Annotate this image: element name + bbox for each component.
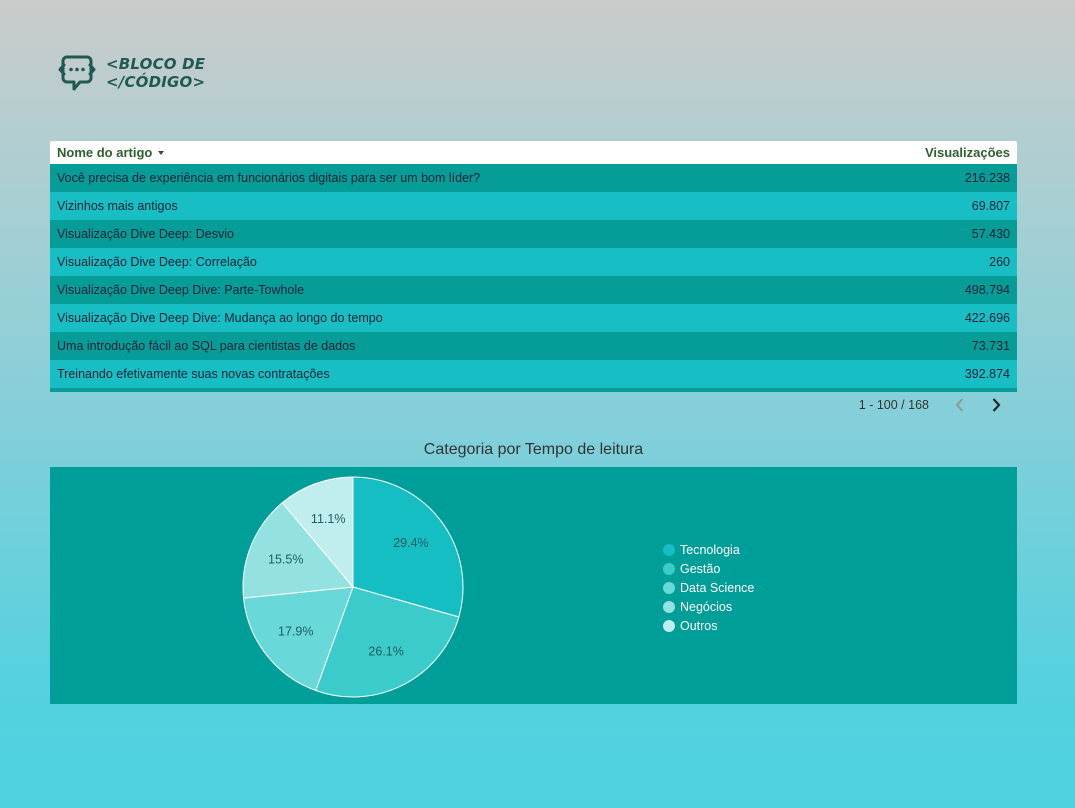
pie-slice-label: 17.9% xyxy=(278,625,313,639)
table-row[interactable]: Visualização Dive Deep: Correlação 260 xyxy=(50,248,1017,276)
column-header-views[interactable]: Visualizações xyxy=(925,145,1010,160)
next-page-button[interactable] xyxy=(983,393,1009,417)
legend-label: Gestão xyxy=(680,561,721,576)
cell-article: Visualização Dive Deep: Correlação xyxy=(57,255,257,269)
pie-chart: 29.4% 26.1% 17.9% 15.5% 11.1% xyxy=(242,476,464,698)
cell-article: Visualização Dive Deep Dive: Mudança ao … xyxy=(57,311,383,325)
table-row[interactable]: Você precisa de experiência em funcionár… xyxy=(50,164,1017,192)
cell-views: 57.430 xyxy=(971,227,1010,241)
column-header-article-label: Nome do artigo xyxy=(57,145,153,160)
cell-article: Visualização Dive Deep Dive: Parte-Towho… xyxy=(57,283,305,297)
logo-line-2: </CÓDIGO> xyxy=(106,73,206,91)
legend-dot-icon xyxy=(663,600,675,613)
legend-dot-icon xyxy=(663,562,675,575)
logo: <BLOCO DE </CÓDIGO> xyxy=(58,53,205,93)
sort-caret-icon[interactable] xyxy=(158,151,165,155)
chevron-right-icon xyxy=(992,398,1001,412)
table-body: Você precisa de experiência em funcionár… xyxy=(50,164,1017,392)
cell-views: 260 xyxy=(989,255,1010,269)
legend-item-data-science[interactable]: Data Science xyxy=(663,578,754,597)
articles-table: Nome do artigo Visualizações Você precis… xyxy=(50,141,1017,392)
chart-title: Categoria por Tempo de leitura xyxy=(423,441,644,458)
cell-views: 69.807 xyxy=(971,199,1010,213)
cell-views: 216.238 xyxy=(964,171,1010,185)
cell-views: 422.696 xyxy=(964,311,1010,325)
chevron-left-icon xyxy=(955,398,964,412)
column-header-article[interactable]: Nome do artigo xyxy=(57,145,165,160)
cell-views: 498.794 xyxy=(964,283,1010,297)
legend-item-negocios[interactable]: Negócios xyxy=(663,597,754,616)
logo-text: <BLOCO DE </CÓDIGO> xyxy=(106,55,205,91)
pie-slice-label: 15.5% xyxy=(268,553,303,567)
cell-article: Visualização Dive Deep: Desvio xyxy=(57,227,234,241)
legend-label: Tecnologia xyxy=(680,542,740,557)
prev-page-button[interactable] xyxy=(947,393,973,417)
table-row[interactable]: Visualização Dive Deep Dive: Mudança ao … xyxy=(50,304,1017,332)
table-row[interactable]: Uma introdução fácil ao SQL para cientis… xyxy=(50,332,1017,360)
table-row[interactable]: Visualização Dive Deep: Desvio 57.430 xyxy=(50,220,1017,248)
legend-label: Negócios xyxy=(680,599,733,614)
legend-dot-icon xyxy=(663,619,675,632)
table-row[interactable]: Treinando efetivamente suas novas contra… xyxy=(50,360,1017,388)
pie-chart-panel: 29.4% 26.1% 17.9% 15.5% 11.1% Tecnologia Ges… xyxy=(50,467,1017,704)
legend-dot-icon xyxy=(663,543,675,556)
chart-legend: Tecnologia Gestão Data Science Negócios … xyxy=(663,540,754,635)
logo-line-1: <BLOCO DE xyxy=(106,55,206,73)
legend-item-outros[interactable]: Outros xyxy=(663,616,754,635)
cell-article: Treinando efetivamente suas novas contra… xyxy=(57,367,330,381)
table-header: Nome do artigo Visualizações xyxy=(50,141,1017,164)
legend-label: Data Science xyxy=(680,580,755,595)
cell-article: Você precisa de experiência em funcionár… xyxy=(57,171,481,185)
pagination: 1 - 100 / 168 xyxy=(50,393,1017,417)
cell-article: Uma introdução fácil ao SQL para cientis… xyxy=(57,339,356,353)
pie-slice-label: 29.4% xyxy=(393,536,428,550)
table-row[interactable]: Vizinhos mais antigos 69.807 xyxy=(50,192,1017,220)
legend-item-tecnologia[interactable]: Tecnologia xyxy=(663,540,754,559)
table-row-partial xyxy=(50,388,1017,392)
column-header-views-label: Visualizações xyxy=(924,145,1010,160)
legend-dot-icon xyxy=(663,581,675,594)
table-row[interactable]: Visualização Dive Deep Dive: Parte-Towho… xyxy=(50,276,1017,304)
cell-article: Vizinhos mais antigos xyxy=(57,199,178,213)
legend-label: Outros xyxy=(680,618,718,633)
chat-code-icon xyxy=(58,55,96,91)
cell-views: 392.874 xyxy=(964,367,1010,381)
pagination-range: 1 - 100 / 168 xyxy=(858,398,929,412)
cell-views: 73.731 xyxy=(971,339,1010,353)
legend-item-gestao[interactable]: Gestão xyxy=(663,559,754,578)
pie-slice-label: 26.1% xyxy=(368,645,403,659)
pie-slice-label: 11.1% xyxy=(311,512,346,526)
